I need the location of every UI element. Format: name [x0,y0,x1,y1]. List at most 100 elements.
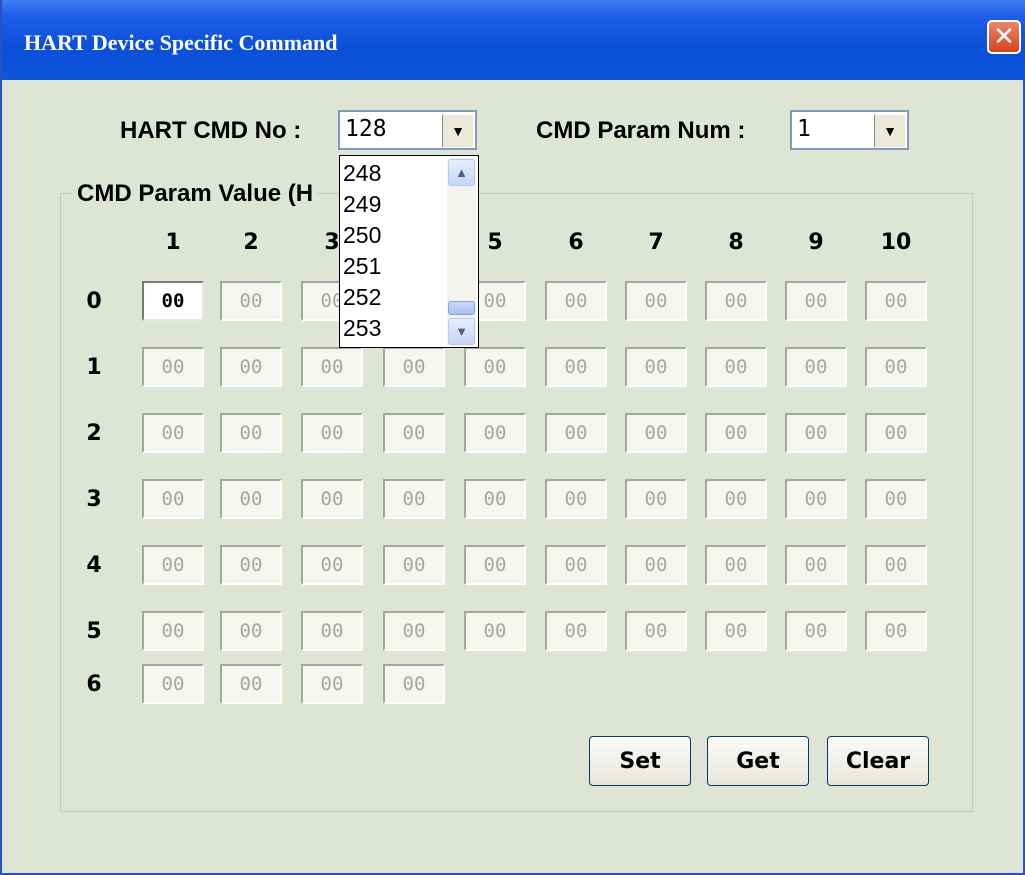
param-cell[interactable]: 00 [545,413,607,453]
title-bar[interactable]: HART Device Specific Command ✕ [2,0,1025,80]
param-cell[interactable]: 00 [785,479,847,519]
column-header: 1 [165,230,181,255]
param-cell[interactable]: 00 [464,545,526,585]
dropdown-option[interactable]: 249 [343,189,381,220]
param-cell[interactable]: 00 [865,413,927,453]
param-cell[interactable]: 00 [220,479,282,519]
scroll-thumb[interactable] [448,301,475,315]
param-cell[interactable]: 00 [301,347,363,387]
param-cell[interactable]: 00 [383,664,445,704]
param-cell[interactable]: 00 [865,545,927,585]
param-cell[interactable]: 00 [545,479,607,519]
chevron-down-icon[interactable]: ▼ [874,114,905,147]
param-cell[interactable]: 00 [464,611,526,651]
scroll-down-icon[interactable]: ▼ [448,318,475,345]
column-header: 7 [648,230,664,255]
param-cell[interactable]: 00 [383,611,445,651]
param-cell[interactable]: 00 [705,545,767,585]
cmd-no-value: 128 [345,116,387,142]
row-header: 2 [86,421,102,446]
param-cell[interactable]: 00 [705,347,767,387]
param-cell[interactable]: 00 [220,545,282,585]
param-cell[interactable]: 00 [383,347,445,387]
param-cell[interactable]: 00 [142,664,204,704]
param-num-select[interactable]: 1 ▼ [790,110,909,150]
param-cell[interactable]: 00 [301,479,363,519]
param-cell[interactable]: 00 [383,479,445,519]
cmd-no-label: HART CMD No : [120,117,302,144]
dropdown-option[interactable]: 248 [343,158,381,189]
param-cell[interactable]: 00 [865,347,927,387]
param-cell[interactable]: 00 [785,281,847,321]
param-value-group-title: CMD Param Value (H [72,180,319,208]
param-cell[interactable]: 00 [142,611,204,651]
param-cell[interactable]: 00 [545,545,607,585]
chevron-down-icon[interactable]: ▼ [442,114,473,147]
param-cell[interactable]: 00 [545,347,607,387]
param-cell[interactable]: 00 [785,347,847,387]
window-title: HART Device Specific Command [24,30,338,55]
column-header: 8 [728,230,744,255]
param-cell[interactable]: 00 [383,413,445,453]
param-cell[interactable]: 00 [865,281,927,321]
param-cell[interactable]: 00 [625,479,687,519]
row-header: 4 [86,553,102,578]
param-cell[interactable]: 00 [705,479,767,519]
param-cell[interactable]: 00 [142,545,204,585]
column-header: 2 [243,230,259,255]
param-cell[interactable]: 00 [705,413,767,453]
dropdown-option[interactable]: 250 [343,220,381,251]
param-cell-active[interactable]: 00 [142,281,204,321]
close-icon[interactable]: ✕ [987,20,1021,54]
row-header: 3 [86,487,102,512]
param-cell[interactable]: 00 [545,611,607,651]
param-cell[interactable]: 00 [301,664,363,704]
column-header: 9 [808,230,824,255]
param-cell[interactable]: 00 [142,479,204,519]
column-header: 10 [880,230,912,255]
param-cell[interactable]: 00 [464,413,526,453]
param-cell[interactable]: 00 [220,347,282,387]
param-cell[interactable]: 00 [383,545,445,585]
dialog-window: HART Device Specific Command ✕ HART CMD … [0,0,1025,875]
param-cell[interactable]: 00 [301,413,363,453]
param-cell[interactable]: 00 [220,611,282,651]
param-cell[interactable]: 00 [865,479,927,519]
param-cell[interactable]: 00 [785,611,847,651]
param-cell[interactable]: 00 [142,347,204,387]
dropdown-option[interactable]: 253 [343,313,381,344]
param-cell[interactable]: 00 [625,545,687,585]
set-button[interactable]: Set [589,736,691,786]
dropdown-scrollbar[interactable]: ▲ ▼ [447,158,476,346]
param-cell[interactable]: 00 [865,611,927,651]
param-cell[interactable]: 00 [545,281,607,321]
param-cell[interactable]: 00 [301,611,363,651]
cmd-no-select[interactable]: 128 ▼ [338,110,477,150]
dropdown-option[interactable]: 251 [343,251,381,282]
param-cell[interactable]: 00 [464,479,526,519]
param-num-label: CMD Param Num : [536,117,746,144]
dropdown-option[interactable]: 252 [343,282,381,313]
row-header: 1 [86,355,102,380]
param-cell[interactable]: 00 [220,281,282,321]
param-cell[interactable]: 00 [220,664,282,704]
param-cell[interactable]: 00 [220,413,282,453]
param-cell[interactable]: 00 [625,413,687,453]
param-cell[interactable]: 00 [785,413,847,453]
param-cell[interactable]: 00 [625,347,687,387]
cmd-no-dropdown-list[interactable]: 248 249 250 251 252 253 ▲ ▼ [339,155,479,348]
row-header: 5 [86,619,102,644]
param-num-value: 1 [797,116,811,142]
get-button[interactable]: Get [707,736,809,786]
param-cell[interactable]: 00 [705,611,767,651]
row-header: 0 [86,289,102,314]
param-cell[interactable]: 00 [625,611,687,651]
scroll-up-icon[interactable]: ▲ [448,159,475,186]
param-cell[interactable]: 00 [785,545,847,585]
param-cell[interactable]: 00 [625,281,687,321]
param-cell[interactable]: 00 [705,281,767,321]
param-cell[interactable]: 00 [301,545,363,585]
param-cell[interactable]: 00 [464,347,526,387]
param-cell[interactable]: 00 [142,413,204,453]
clear-button[interactable]: Clear [827,736,929,786]
